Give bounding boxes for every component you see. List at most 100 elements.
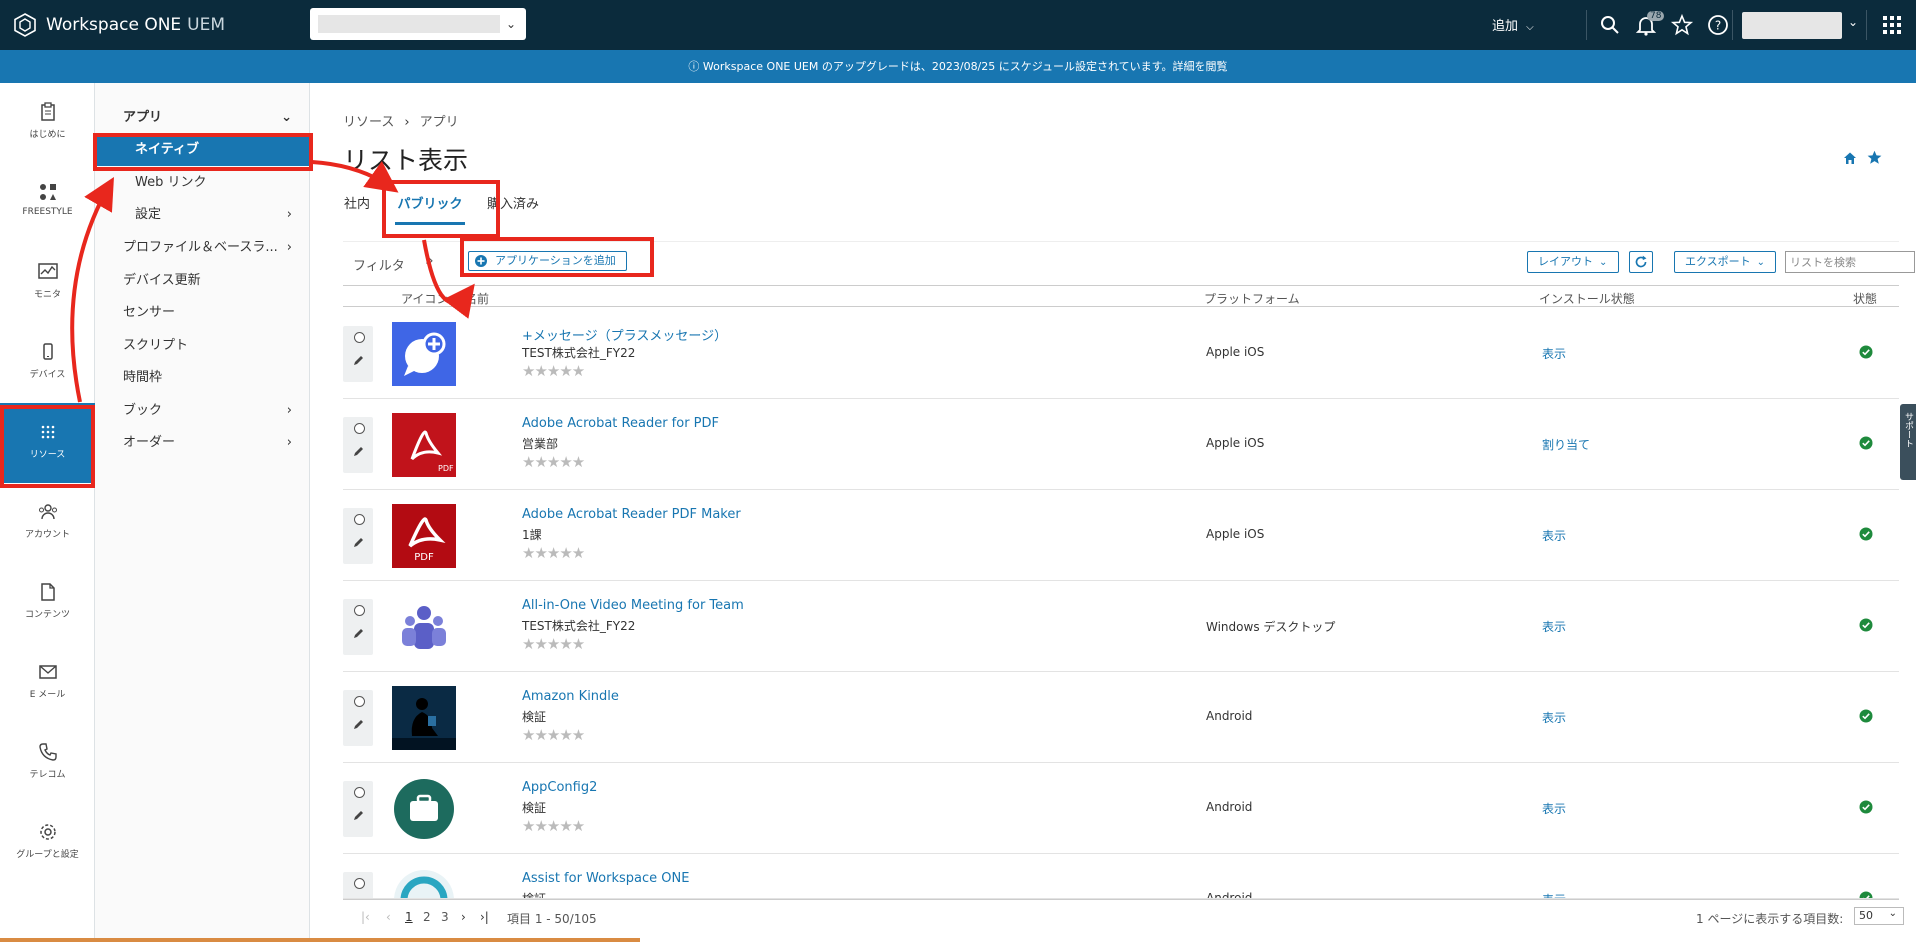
page-link[interactable]: 3 bbox=[441, 910, 449, 924]
row-select-radio[interactable] bbox=[354, 605, 365, 616]
brand[interactable]: Workspace ONE UEM bbox=[12, 12, 225, 38]
subnav-item-sensors[interactable]: センサー bbox=[95, 297, 310, 329]
list-search-input[interactable] bbox=[1785, 251, 1915, 273]
table-row[interactable]: All-in-One Video Meeting for Team TEST株式… bbox=[343, 581, 1899, 672]
nav-telecom[interactable]: テレコム bbox=[0, 723, 95, 803]
subnav-item-device-updates[interactable]: デバイス更新 bbox=[95, 265, 310, 297]
first-page-icon[interactable]: |‹ bbox=[361, 910, 370, 924]
accounts-icon bbox=[38, 504, 57, 520]
row-select-radio[interactable] bbox=[354, 423, 365, 434]
pencil-icon[interactable] bbox=[352, 536, 365, 549]
pencil-icon[interactable] bbox=[352, 354, 365, 367]
organization-group-select[interactable]: ⌄ bbox=[310, 8, 526, 40]
app-name[interactable]: Adobe Acrobat Reader for PDF bbox=[522, 416, 719, 431]
install-status-link[interactable]: 表示 bbox=[1542, 527, 1566, 544]
install-status-link[interactable]: 割り当て bbox=[1542, 436, 1590, 453]
app-name[interactable]: Assist for Workspace ONE bbox=[522, 871, 689, 886]
pencil-icon[interactable] bbox=[352, 627, 365, 640]
app-name[interactable]: +メッセージ（プラスメッセージ） bbox=[522, 325, 727, 344]
table-row[interactable]: AppConfig2 検証 ★★★★★ Android 表示 bbox=[343, 763, 1899, 854]
nav-getting-started[interactable]: はじめに bbox=[0, 83, 95, 163]
svg-text:?: ? bbox=[1715, 19, 1721, 33]
column-header-platform[interactable]: プラットフォーム bbox=[1204, 290, 1300, 307]
breadcrumb-item[interactable]: リソース bbox=[343, 115, 394, 130]
star-icon[interactable] bbox=[1867, 150, 1882, 165]
page-link[interactable]: 1 bbox=[405, 910, 413, 924]
layout-dropdown[interactable]: レイアウト ⌄ bbox=[1527, 251, 1619, 273]
announcement-text[interactable]: Workspace ONE UEM のアップグレードは、2023/08/25 に… bbox=[703, 60, 1228, 73]
nav-groups-settings[interactable]: グループと設定 bbox=[0, 803, 95, 883]
subnav-item-label: センサー bbox=[123, 305, 176, 320]
subnav-item-scripts[interactable]: スクリプト bbox=[95, 330, 310, 362]
app-org: TEST株式会社_FY22 bbox=[522, 346, 636, 360]
app-name[interactable]: All-in-One Video Meeting for Team bbox=[522, 598, 744, 613]
chevron-down-icon: ⌵ bbox=[1526, 22, 1534, 33]
install-status-link[interactable]: 表示 bbox=[1542, 800, 1566, 817]
nav-devices[interactable]: デバイス bbox=[0, 323, 95, 403]
export-dropdown[interactable]: エクスポート ⌄ bbox=[1674, 251, 1776, 273]
page-title: リスト表示 bbox=[343, 146, 469, 175]
subnav-item-books[interactable]: ブック › bbox=[95, 395, 310, 427]
last-page-icon[interactable]: ›| bbox=[480, 910, 489, 924]
filter-toggle[interactable]: フィルタ bbox=[353, 255, 405, 274]
table-row[interactable]: Amazon Kindle 検証 ★★★★★ Android 表示 bbox=[343, 672, 1899, 763]
subnav-item-settings[interactable]: 設定 › bbox=[95, 199, 310, 231]
next-page-icon[interactable]: › bbox=[461, 910, 466, 924]
help-icon[interactable]: ? bbox=[1706, 13, 1730, 37]
app-name[interactable]: Adobe Acrobat Reader PDF Maker bbox=[522, 507, 741, 522]
per-page-select[interactable]: 50 ⌄ bbox=[1854, 907, 1904, 925]
refresh-icon[interactable] bbox=[1629, 251, 1653, 273]
pagination-bar: |‹ ‹ 1 2 3 › ›| 項目 1 - 50/105 1 ページに表示する… bbox=[343, 899, 1904, 939]
subnav-item-web-links[interactable]: Web リンク bbox=[95, 167, 310, 199]
home-icon[interactable] bbox=[1843, 151, 1857, 165]
row-select-radio[interactable] bbox=[354, 878, 365, 889]
subnav-item-orders[interactable]: オーダー › bbox=[95, 427, 310, 459]
row-controls bbox=[343, 872, 373, 898]
row-select-radio[interactable] bbox=[354, 787, 365, 798]
app-name[interactable]: Amazon Kindle bbox=[522, 689, 619, 704]
subnav-item-time-windows[interactable]: 時間枠 bbox=[95, 362, 310, 394]
subnav-item-profiles[interactable]: プロファイル＆ベースラ... › bbox=[95, 232, 310, 264]
double-chevron-right-icon[interactable]: » bbox=[425, 253, 434, 269]
workspace-one-logo-icon bbox=[14, 13, 36, 37]
row-select-radio[interactable] bbox=[354, 332, 365, 343]
app-name[interactable]: AppConfig2 bbox=[522, 780, 597, 795]
add-menu[interactable]: 追加 ⌵ bbox=[1492, 15, 1534, 34]
table-row[interactable]: +メッセージ（プラスメッセージ） TEST株式会社_FY22 ★★★★★ App… bbox=[343, 308, 1899, 399]
install-status-link[interactable]: 表示 bbox=[1542, 709, 1566, 726]
star-icon[interactable] bbox=[1670, 13, 1694, 37]
install-status-link[interactable]: 表示 bbox=[1542, 618, 1566, 635]
nav-monitor[interactable]: モニタ bbox=[0, 243, 95, 323]
column-header-status[interactable]: 状態 bbox=[1853, 290, 1877, 307]
app-launcher-icon[interactable] bbox=[1880, 13, 1904, 37]
column-header-install-status[interactable]: インストール状態 bbox=[1539, 290, 1635, 307]
row-select-radio[interactable] bbox=[354, 514, 365, 525]
support-tab[interactable]: サポート bbox=[1900, 404, 1916, 480]
user-menu[interactable] bbox=[1742, 12, 1842, 39]
column-header-icon[interactable]: アイコン bbox=[401, 290, 448, 307]
check-circle-icon bbox=[1859, 345, 1873, 359]
prev-page-icon[interactable]: ‹ bbox=[386, 910, 391, 924]
nav-freestyle[interactable]: FREESTYLE bbox=[0, 163, 95, 243]
install-status-link[interactable]: 表示 bbox=[1542, 891, 1566, 898]
pencil-icon[interactable] bbox=[352, 718, 365, 731]
page-link[interactable]: 2 bbox=[423, 910, 431, 924]
nav-content[interactable]: コンテンツ bbox=[0, 563, 95, 643]
annotation-highlight bbox=[0, 405, 95, 488]
nav-email[interactable]: E メール bbox=[0, 643, 95, 723]
breadcrumb-item[interactable]: アプリ bbox=[420, 115, 459, 130]
subnav-section-apps[interactable]: アプリ ⌄ bbox=[95, 102, 310, 134]
row-select-radio[interactable] bbox=[354, 696, 365, 707]
pencil-icon[interactable] bbox=[352, 445, 365, 458]
chevron-down-icon[interactable]: ⌄ bbox=[1848, 15, 1858, 29]
tab-internal[interactable]: 社内 bbox=[343, 185, 371, 225]
table-row[interactable]: Assist for Workspace ONE 検証 Android 表示 bbox=[343, 854, 1899, 899]
nav-accounts[interactable]: アカウント bbox=[0, 483, 95, 563]
row-controls bbox=[343, 781, 373, 837]
pencil-icon[interactable] bbox=[352, 809, 365, 822]
column-header-name[interactable]: 名前 bbox=[465, 290, 489, 307]
search-icon[interactable] bbox=[1598, 13, 1622, 37]
table-row[interactable]: PDF Adobe Acrobat Reader PDF Maker 1課 ★★… bbox=[343, 490, 1899, 581]
install-status-link[interactable]: 表示 bbox=[1542, 345, 1566, 362]
table-row[interactable]: PDF Adobe Acrobat Reader for PDF 営業部 ★★★… bbox=[343, 399, 1899, 490]
